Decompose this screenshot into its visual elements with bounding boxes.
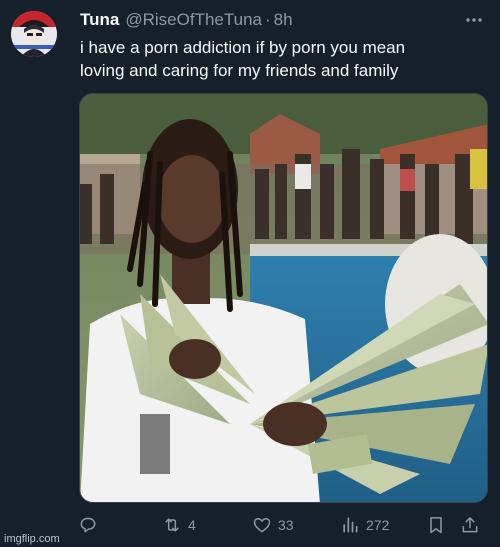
tweet-text: i have a porn addiction if by porn you m…	[80, 36, 485, 82]
reply-icon	[80, 517, 96, 533]
views-button[interactable]: 272	[340, 512, 389, 538]
like-button[interactable]: 33	[252, 512, 294, 538]
tweet-media-photo[interactable]	[79, 93, 488, 503]
like-count: 33	[278, 517, 294, 533]
tweet-text-line-2: loving and caring for my friends and fam…	[80, 61, 399, 80]
retweet-count: 4	[188, 517, 196, 533]
reply-button[interactable]	[78, 512, 104, 538]
photo-image	[80, 94, 487, 502]
views-icon	[343, 517, 358, 533]
retweet-icon	[165, 518, 179, 532]
more-options-button[interactable]	[462, 10, 486, 30]
imgflip-watermark: imgflip.com	[4, 533, 60, 545]
author-handle[interactable]: @RiseOfTheTuna	[125, 10, 262, 30]
more-icon	[466, 18, 482, 22]
bookmark-button[interactable]	[426, 512, 446, 538]
timestamp[interactable]: 8h	[274, 10, 293, 30]
retweet-button[interactable]: 4	[162, 512, 196, 538]
author-name[interactable]: Tuna	[80, 10, 119, 30]
views-count: 272	[366, 517, 390, 533]
tweet-actions-bar: 4 33 272	[78, 512, 488, 538]
avatar-image	[11, 11, 57, 57]
share-button[interactable]	[460, 512, 480, 538]
tweet-card: Tuna @RiseOfTheTuna · 8h i have a porn a…	[0, 0, 500, 547]
share-icon	[462, 517, 478, 533]
separator-dot: ·	[264, 10, 271, 29]
avatar[interactable]	[11, 11, 57, 57]
heart-icon	[253, 518, 271, 533]
bookmark-icon	[430, 517, 442, 534]
tweet-text-line-1: i have a porn addiction if by porn you m…	[80, 38, 406, 57]
tweet-header: Tuna @RiseOfTheTuna · 8h	[80, 10, 480, 32]
